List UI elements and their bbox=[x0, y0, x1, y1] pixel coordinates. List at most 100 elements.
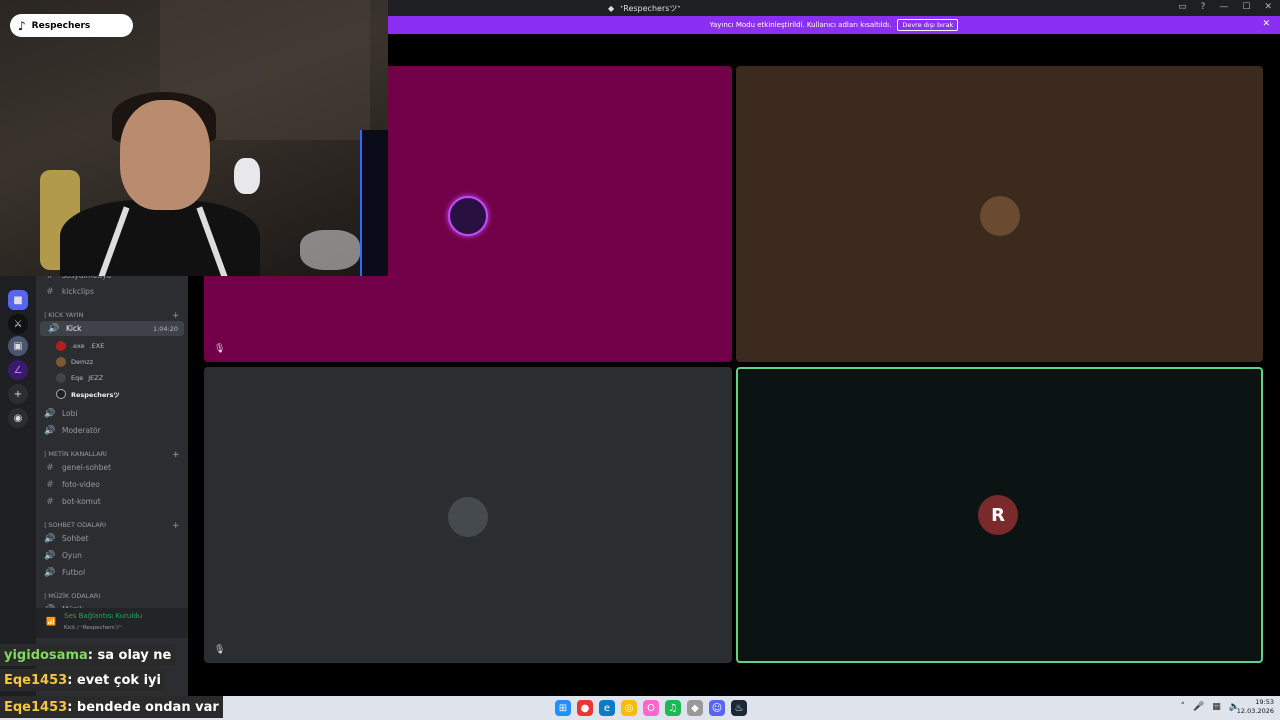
voice-channel-sohbet[interactable]: 🔊 Sohbet bbox=[36, 531, 188, 546]
server-icon-2[interactable]: ▣ bbox=[8, 336, 28, 356]
channel-label: foto-video bbox=[62, 480, 100, 489]
channel-foto-video[interactable]: # foto-video bbox=[36, 477, 188, 492]
tiktok-username: Respechers bbox=[31, 20, 91, 31]
member-name: Demzz bbox=[71, 358, 94, 366]
screen: ◆ ᐩRespechersツᐩ ▭ ? — ☐ ✕ Yayıncı Modu e… bbox=[0, 0, 1280, 720]
tiktok-badge: ♪ Respechers bbox=[10, 14, 133, 37]
video-tile-3[interactable]: 🎙 bbox=[204, 367, 732, 663]
discord-icon: ◆ bbox=[608, 4, 615, 13]
folder-icon[interactable]: ■ bbox=[8, 290, 28, 310]
voice-member-self[interactable]: Respechersツ bbox=[56, 387, 120, 401]
member-name: Eqe bbox=[71, 374, 84, 382]
category-label: | SOHBET ODALARI bbox=[44, 521, 107, 529]
chat-nick: yigidosama bbox=[4, 647, 88, 663]
speaker-icon: 🔊 bbox=[48, 323, 60, 334]
text-channel-icon: # bbox=[42, 276, 58, 281]
channel-genel-sohbet[interactable]: # genel-sohbet bbox=[36, 460, 188, 475]
category-label: | METİN KANALLARI bbox=[44, 450, 107, 458]
voice-channel-oyun[interactable]: 🔊 Oyun bbox=[36, 548, 188, 563]
category-kick[interactable]: | Kick Yayın + bbox=[44, 311, 180, 321]
speaker-icon: 🔊 bbox=[44, 567, 56, 578]
minimize-button[interactable]: — bbox=[1219, 2, 1228, 12]
chat-message: yigidosama : sa olay ne bbox=[0, 644, 176, 666]
voice-channel-moderator[interactable]: 🔊 Moderatör bbox=[36, 423, 188, 438]
video-tile-2[interactable] bbox=[736, 66, 1263, 362]
figurine bbox=[234, 158, 260, 194]
inbox-icon[interactable]: ▭ bbox=[1178, 2, 1187, 12]
discord-icon[interactable]: ☺ bbox=[709, 700, 725, 716]
speaker-icon: 🔊 bbox=[44, 408, 56, 419]
category-sohbet[interactable]: | SOHBET ODALARI + bbox=[44, 521, 180, 531]
muted-icon: 🎙 bbox=[214, 645, 226, 655]
speaker-icon: 🔊 bbox=[44, 533, 56, 544]
chevron-up-icon[interactable]: ˄ bbox=[1181, 702, 1186, 712]
voice-member[interactable]: .exe .EXE bbox=[56, 339, 104, 353]
chat-text: : sa olay ne bbox=[87, 647, 172, 663]
channel-label: Kick bbox=[66, 324, 82, 333]
notice-text: Yayıncı Modu etkinleştirildi. Kullanıcı … bbox=[709, 21, 892, 29]
chrome-icon[interactable]: ◎ bbox=[621, 700, 637, 716]
channel-label: genel-sohbet bbox=[62, 463, 112, 472]
opera-icon[interactable]: O bbox=[643, 700, 659, 716]
channel-label: Oyun bbox=[62, 551, 82, 560]
channel-label: Sohbet bbox=[62, 534, 89, 543]
participant-avatar bbox=[448, 497, 488, 537]
controller bbox=[300, 230, 360, 270]
network-icon[interactable]: ▦ bbox=[1212, 702, 1221, 712]
text-channel-icon: # bbox=[46, 286, 54, 297]
clock[interactable]: 19:53 12.03.2026 bbox=[1237, 698, 1274, 716]
speaker-icon: 🔊 bbox=[44, 550, 56, 561]
edge-icon[interactable]: e bbox=[599, 700, 615, 716]
channel-sosyalmedya[interactable]: # sosyalmedya bbox=[36, 276, 188, 283]
muted-icon: 🎙 bbox=[214, 344, 226, 354]
video-tile-4-speaking[interactable]: R bbox=[736, 367, 1263, 663]
category-muzik[interactable]: | MÜZİK ODALARI bbox=[44, 592, 100, 600]
avatar bbox=[56, 357, 66, 367]
voice-member[interactable]: Eqe JEZZ bbox=[56, 371, 103, 385]
streamer-mode-notice: Yayıncı Modu etkinleştirildi. Kullanıcı … bbox=[388, 16, 1280, 34]
avatar bbox=[56, 389, 66, 399]
start-icon[interactable]: ⊞ bbox=[555, 700, 571, 716]
steam-icon[interactable]: ♨ bbox=[731, 700, 747, 716]
voice-channel-lobi[interactable]: 🔊 Lobi bbox=[36, 406, 188, 421]
call-duration: 1:04:20 bbox=[152, 324, 178, 333]
signal-icon: 📶 bbox=[46, 617, 56, 626]
voice-member[interactable]: Demzz bbox=[56, 355, 93, 369]
close-notice-icon[interactable]: ✕ bbox=[1262, 19, 1270, 29]
spotify-icon[interactable]: ♫ bbox=[665, 700, 681, 716]
maximize-button[interactable]: ☐ bbox=[1242, 2, 1250, 12]
chat-message: Eqe1453 : bendede ondan var bbox=[0, 696, 223, 718]
voice-channel-kick[interactable]: 🔊 Kick 1:04:20 bbox=[40, 321, 184, 336]
clock-date: 12.03.2026 bbox=[1236, 707, 1274, 715]
app-icon[interactable]: ● bbox=[577, 700, 593, 716]
channel-bot-komut[interactable]: # bot-komut bbox=[36, 494, 188, 509]
voice-channel-path: Kick / ᐩRespechersツᐩ bbox=[64, 625, 123, 631]
participant-avatar bbox=[980, 196, 1020, 236]
avatar bbox=[56, 341, 66, 351]
server-icon-3[interactable]: ∠ bbox=[8, 360, 28, 380]
mic-icon[interactable]: 🎤 bbox=[1193, 702, 1204, 712]
chat-nick: Eqe1453 bbox=[4, 672, 68, 688]
disable-streamer-mode-button[interactable]: Devre dışı bırak bbox=[897, 19, 959, 31]
app-icon[interactable]: ◆ bbox=[687, 700, 703, 716]
add-channel-icon[interactable]: + bbox=[172, 311, 180, 321]
text-channel-icon: # bbox=[46, 462, 54, 473]
participant-avatar: R bbox=[978, 495, 1018, 535]
server-icon-1[interactable]: ⚔ bbox=[8, 314, 28, 334]
tiktok-icon: ♪ bbox=[18, 18, 26, 33]
member-tag: .EXE bbox=[89, 342, 105, 350]
category-label: | MÜZİK ODALARI bbox=[44, 592, 101, 600]
close-window-button[interactable]: ✕ bbox=[1264, 2, 1272, 12]
help-icon[interactable]: ? bbox=[1201, 2, 1206, 12]
voice-status: Ses Bağlantısı Kuruldu bbox=[64, 612, 143, 620]
category-metin[interactable]: | METİN KANALLARI + bbox=[44, 450, 180, 460]
chat-text: : evet çok iyi bbox=[67, 672, 161, 688]
channel-kickclips[interactable]: # kickclips bbox=[36, 284, 188, 299]
chat-nick: Eqe1453 bbox=[4, 699, 68, 715]
add-server-icon[interactable]: + bbox=[8, 384, 28, 404]
add-channel-icon[interactable]: + bbox=[172, 450, 180, 460]
windows-taskbar: Eqe1453 : bendede ondan var ⊞ ● e ◎ O ♫ … bbox=[0, 696, 1280, 720]
explore-icon[interactable]: ◉ bbox=[8, 408, 28, 428]
add-channel-icon[interactable]: + bbox=[172, 521, 180, 531]
voice-channel-futbol[interactable]: 🔊 Futbol bbox=[36, 565, 188, 580]
